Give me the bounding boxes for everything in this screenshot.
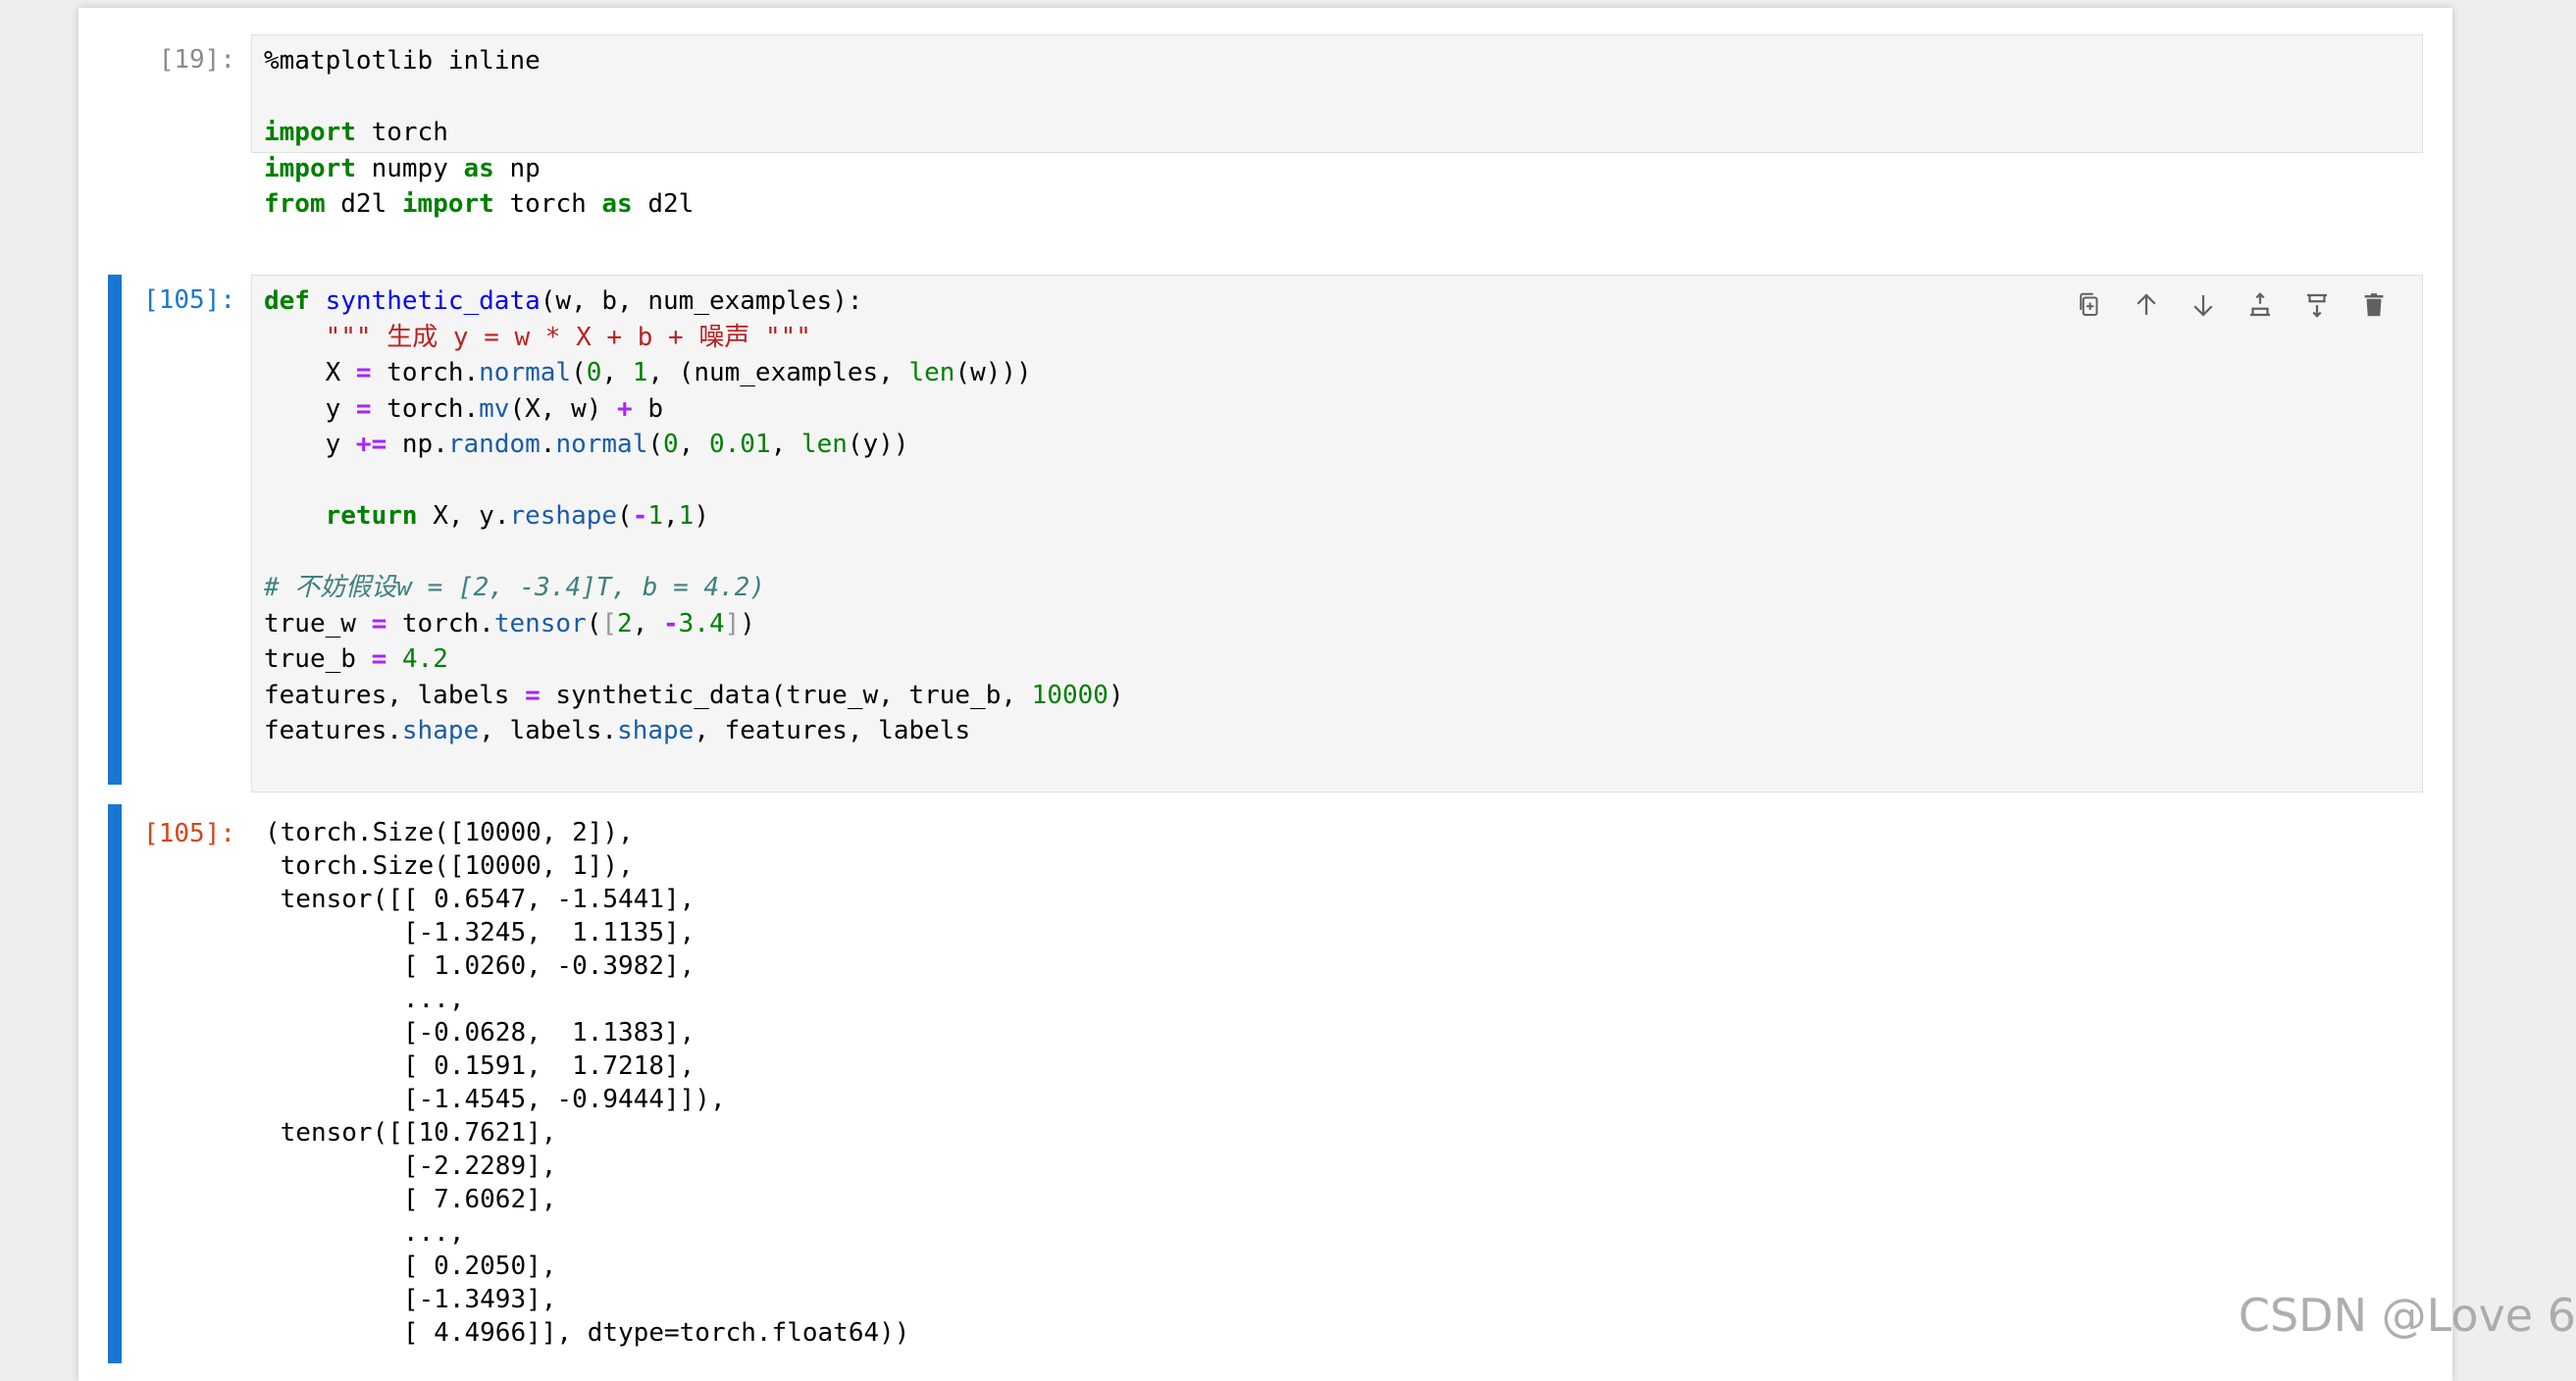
move-down-icon[interactable] [2179, 285, 2228, 325]
output-text-area: (torch.Size([10000, 2]), torch.Size([100… [251, 816, 2423, 1350]
output-area: [105]: (torch.Size([10000, 2]), torch.Si… [78, 804, 2452, 1373]
insert-below-icon[interactable] [2293, 285, 2342, 325]
cell-toolbar [2065, 285, 2398, 325]
code-text: def synthetic_data(w, b, num_examples): … [252, 276, 2422, 749]
watermark: CSDN @Love 6 [2239, 1289, 2576, 1342]
code-cell-1[interactable]: [19]: %matplotlib inline import torch im… [78, 34, 2452, 162]
notebook-panel: [19]: %matplotlib inline import torch im… [78, 8, 2452, 1381]
output-text: (torch.Size([10000, 2]), torch.Size([100… [251, 816, 2423, 1350]
code-editor[interactable]: def synthetic_data(w, b, num_examples): … [251, 275, 2423, 793]
move-up-icon[interactable] [2122, 285, 2171, 325]
output-collapser[interactable] [108, 804, 122, 1363]
input-prompt: [105]: [78, 282, 235, 319]
code-text: %matplotlib inline import torch import n… [252, 35, 2422, 223]
insert-above-icon[interactable] [2236, 285, 2285, 325]
input-prompt: [19]: [78, 42, 235, 78]
duplicate-icon[interactable] [2065, 285, 2114, 325]
code-editor[interactable]: %matplotlib inline import torch import n… [251, 34, 2423, 153]
code-cell-2[interactable]: [105]: [78, 275, 2452, 804]
cell-collapser[interactable] [108, 275, 122, 785]
delete-icon[interactable] [2349, 285, 2398, 325]
output-prompt: [105]: [78, 816, 235, 852]
